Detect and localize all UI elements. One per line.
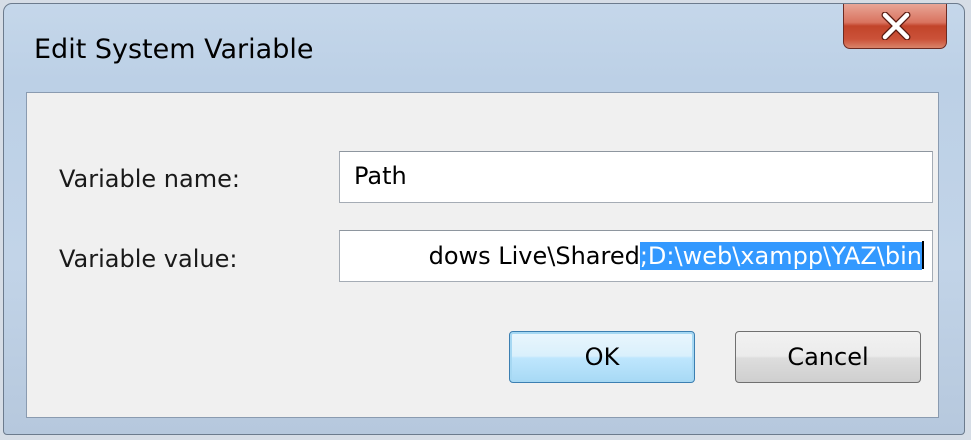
- variable-value-unselected: dows Live\Shared: [428, 242, 640, 270]
- title-bar[interactable]: Edit System Variable: [4, 4, 964, 92]
- variable-name-field[interactable]: Path: [339, 151, 933, 203]
- variable-name-value: Path: [354, 162, 407, 190]
- variable-name-label: Variable name:: [59, 165, 240, 193]
- window-title: Edit System Variable: [34, 34, 314, 65]
- cancel-button[interactable]: Cancel: [735, 331, 921, 383]
- text-caret: [922, 241, 924, 269]
- close-icon: [881, 12, 911, 40]
- variable-value-label: Variable value:: [59, 245, 238, 273]
- variable-value-text: dows Live\Shared;D:\web\xampp\YAZ\bin: [429, 241, 924, 270]
- dialog-window: Edit System Variable Variable name: Path…: [3, 3, 965, 435]
- variable-value-selection: ;D:\web\xampp\YAZ\bin: [639, 242, 922, 270]
- close-button[interactable]: [843, 4, 947, 49]
- variable-value-field[interactable]: dows Live\Shared;D:\web\xampp\YAZ\bin: [339, 230, 933, 282]
- dialog-body: Variable name: Path Variable value: dows…: [26, 92, 939, 418]
- ok-button[interactable]: OK: [509, 331, 695, 383]
